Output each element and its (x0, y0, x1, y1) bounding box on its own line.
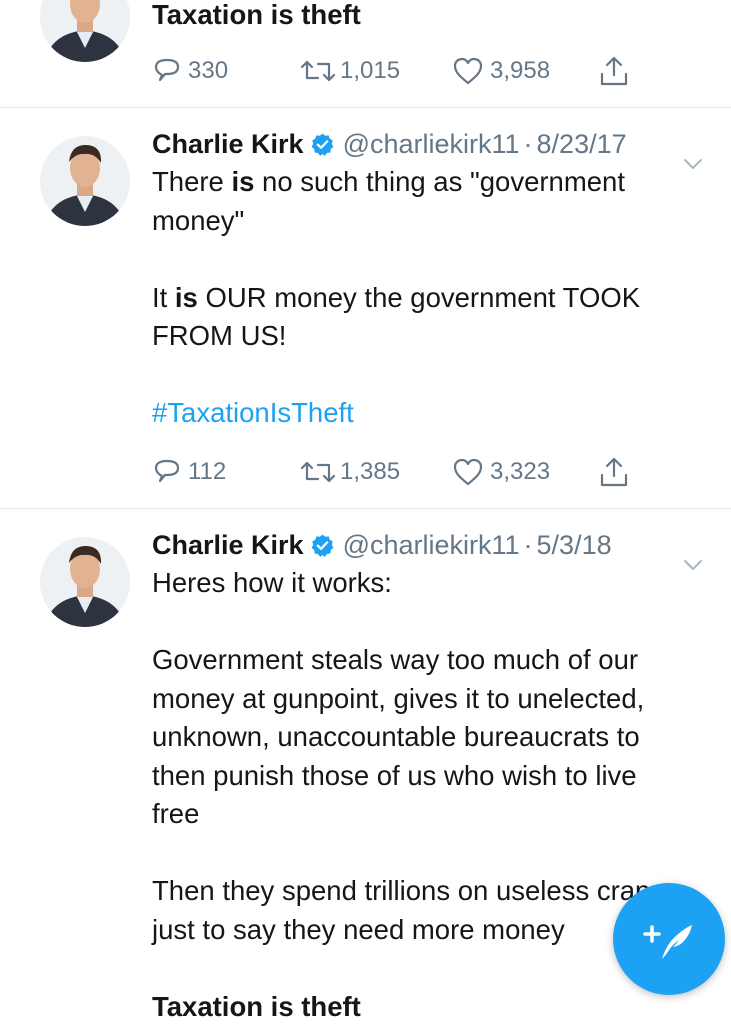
tweet-1[interactable]: Taxation is theft 330 1,015 3,958 (0, 0, 731, 107)
tweet-2[interactable]: Charlie Kirk @charliekirk11 · 8/23/17 Th… (0, 108, 731, 508)
share-icon (600, 457, 628, 487)
author-name[interactable]: Charlie Kirk (152, 530, 304, 561)
separator-dot: · (523, 128, 533, 159)
retweet-button[interactable]: 1,385 (298, 454, 400, 490)
hashtag-link[interactable]: #TaxationIsTheft (152, 397, 354, 428)
reply-button[interactable]: 112 (152, 454, 226, 490)
author-handle[interactable]: @charliekirk11 (343, 530, 520, 561)
separator-dot: · (523, 529, 533, 560)
retweet-count: 1,015 (340, 57, 401, 84)
retweet-button[interactable]: 1,015 (298, 53, 400, 89)
reply-button[interactable]: 330 (152, 53, 228, 89)
reply-count: 330 (188, 57, 229, 84)
like-count: 3,323 (490, 458, 551, 485)
tweet-date[interactable]: 8/23/17 (537, 129, 627, 160)
tweet-header: Charlie Kirk @charliekirk11 · 5/3/18 (152, 527, 711, 563)
like-button[interactable]: 3,323 (452, 454, 550, 490)
retweet-icon (300, 60, 336, 82)
heart-icon (453, 458, 483, 486)
reply-count: 112 (188, 458, 227, 485)
verified-badge-icon (311, 534, 333, 557)
avatar[interactable] (40, 0, 130, 62)
tweet-actions: 330 1,015 3,958 (152, 53, 672, 89)
tweet-actions: 112 1,385 3,323 (152, 454, 672, 490)
compose-tweet-icon (643, 925, 692, 959)
retweet-count: 1,385 (340, 458, 401, 485)
tweet-text: There is no such thing as "government mo… (152, 166, 641, 428)
compose-tweet-button[interactable] (613, 883, 725, 995)
tweet-text: Taxation is theft (152, 0, 361, 30)
author-handle[interactable]: @charliekirk11 (343, 129, 520, 160)
tweet-date[interactable]: 5/3/18 (537, 530, 612, 561)
share-button[interactable] (598, 454, 630, 490)
reply-icon (154, 58, 180, 82)
retweet-icon (300, 461, 336, 483)
avatar[interactable] (40, 136, 130, 226)
like-count: 3,958 (490, 57, 551, 84)
tweet-header: Charlie Kirk @charliekirk11 · 8/23/17 (152, 126, 711, 162)
chevron-down-icon[interactable] (681, 553, 705, 577)
like-button[interactable]: 3,958 (452, 53, 550, 89)
heart-icon (453, 57, 483, 85)
avatar[interactable] (40, 537, 130, 627)
author-name[interactable]: Charlie Kirk (152, 129, 304, 160)
reply-icon (154, 459, 180, 483)
share-button[interactable] (598, 53, 630, 89)
share-icon (600, 56, 628, 86)
chevron-down-icon[interactable] (681, 152, 705, 176)
verified-badge-icon (311, 133, 333, 156)
